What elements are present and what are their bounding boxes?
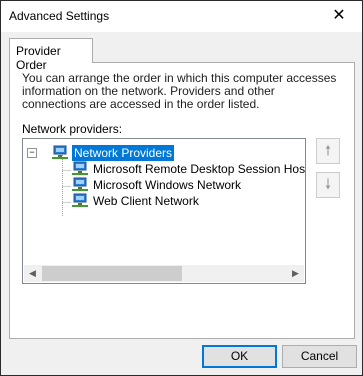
- tab-provider-order[interactable]: Provider Order: [9, 38, 93, 72]
- scroll-right-icon[interactable]: ▶: [287, 265, 304, 282]
- network-providers-tree[interactable]: − Network Providers Microsoft Remote Des…: [22, 138, 306, 284]
- arrow-down-icon: 🠗: [324, 176, 331, 192]
- tab-panel: You can arrange the order in which this …: [9, 62, 355, 339]
- tree-node-label: Microsoft Windows Network: [93, 178, 242, 192]
- network-computer-icon: [71, 193, 89, 209]
- tree-node-label: Microsoft Remote Desktop Session Host Se…: [93, 162, 306, 176]
- window-title: Advanced Settings: [9, 9, 110, 23]
- move-down-button[interactable]: 🠗: [316, 172, 340, 198]
- scrollbar-thumb[interactable]: [42, 266, 182, 281]
- title-bar: Advanced Settings ✕: [1, 1, 362, 32]
- scroll-left-icon[interactable]: ◀: [24, 265, 41, 282]
- tab-label: Provider Order: [16, 44, 61, 72]
- network-computer-icon: [71, 161, 89, 177]
- tree-node-label: Network Providers: [72, 145, 175, 161]
- arrow-up-icon: 🠕: [324, 142, 331, 158]
- close-icon[interactable]: ✕: [316, 1, 362, 32]
- description-text: You can arrange the order in which this …: [22, 71, 337, 111]
- advanced-settings-dialog: Advanced Settings ✕ Provider Order You c…: [0, 0, 363, 376]
- cancel-button[interactable]: Cancel: [282, 345, 357, 368]
- collapse-icon[interactable]: −: [27, 148, 37, 158]
- network-computer-icon: [51, 145, 69, 161]
- ok-button[interactable]: OK: [202, 345, 277, 368]
- tree-node-label: Web Client Network: [93, 194, 199, 208]
- move-up-button[interactable]: 🠕: [316, 138, 340, 164]
- horizontal-scrollbar[interactable]: ◀ ▶: [24, 265, 304, 282]
- network-providers-label: Network providers:: [22, 122, 123, 136]
- network-computer-icon: [71, 177, 89, 193]
